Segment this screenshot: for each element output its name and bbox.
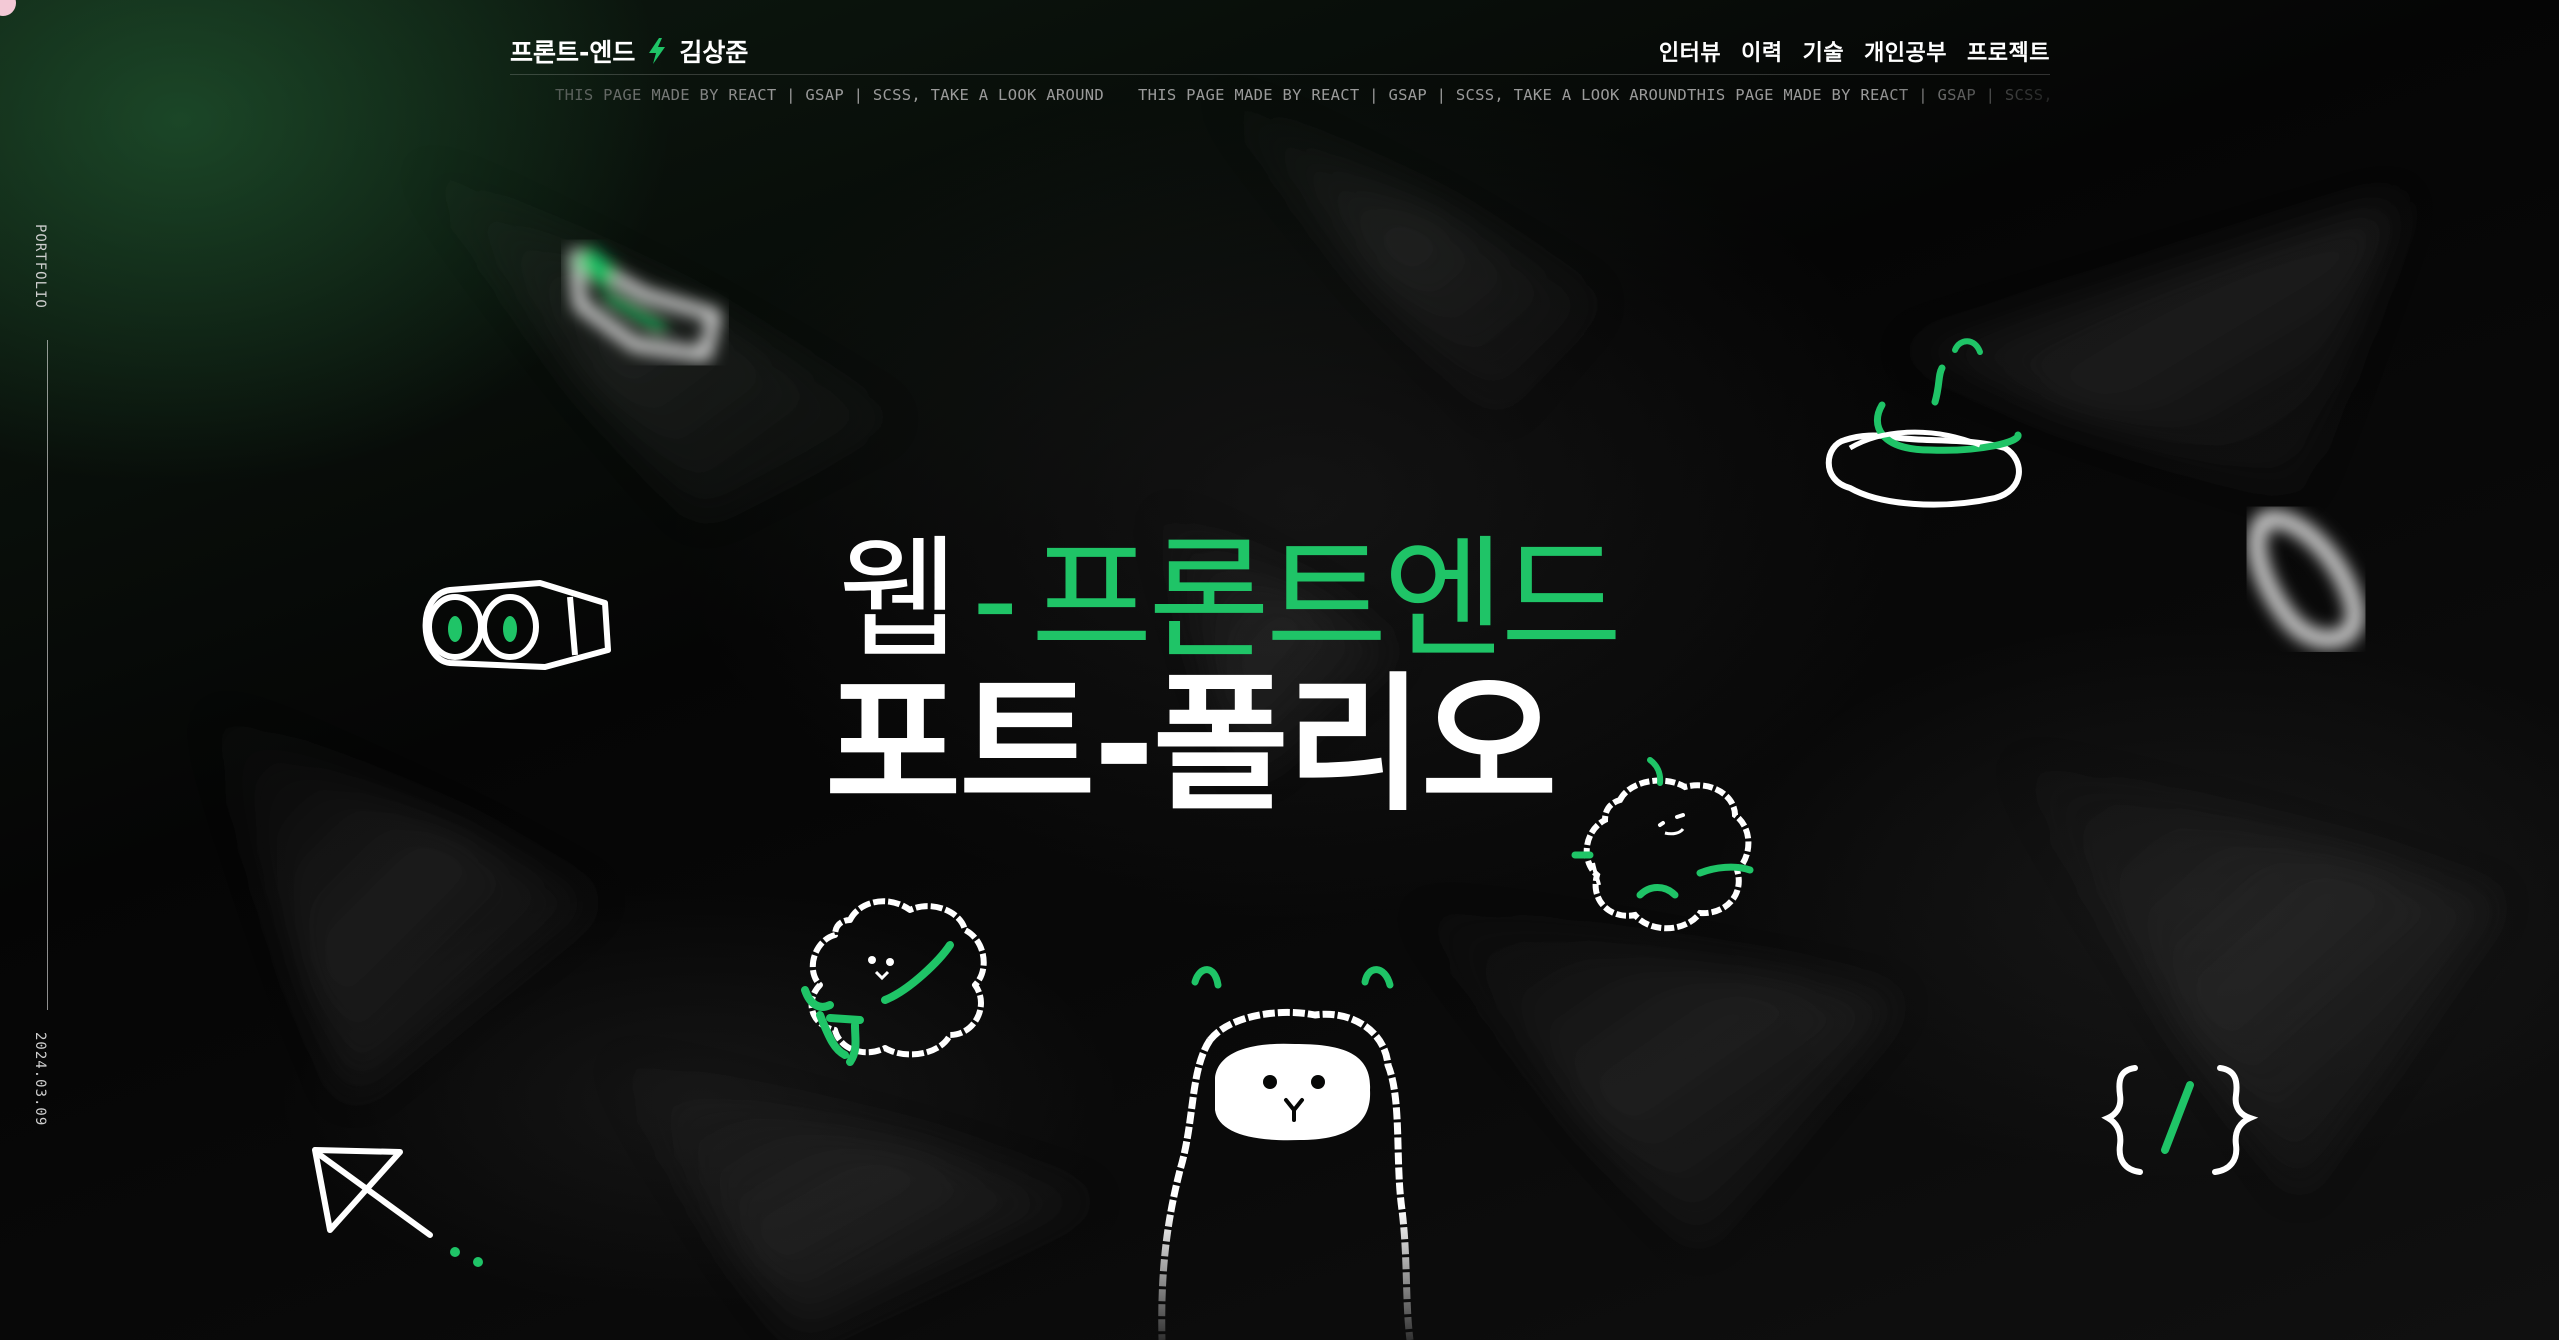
nav-item-skills[interactable]: 기술 bbox=[1803, 35, 1844, 67]
site-logo[interactable]: 프론트-엔드 김상준 bbox=[510, 33, 748, 69]
paper-plane-doodle bbox=[312, 1147, 483, 1267]
witch-hat-doodle bbox=[1825, 338, 2022, 508]
site-header: 프론트-엔드 김상준 인터뷰 이력 기술 개인공부 프로젝트 bbox=[510, 28, 2050, 75]
portfolio-page: 프론트-엔드 김상준 인터뷰 이력 기술 개인공부 프로젝트 THIS PAGE… bbox=[0, 0, 2559, 1340]
nav-item-career[interactable]: 이력 bbox=[1741, 35, 1782, 67]
marquee-item: THIS PAGE MADE BY REACT | GSAP | SCSS, T… bbox=[1687, 86, 2050, 104]
tech-marquee: THIS PAGE MADE BY REACT | GSAP | SCSS, T… bbox=[555, 86, 2050, 110]
fluffy-ghost-doodle bbox=[1571, 757, 1754, 932]
marquee-item: THIS PAGE MADE BY REACT | GSAP | SCSS, T… bbox=[1138, 86, 1688, 104]
nav-item-study[interactable]: 개인공부 bbox=[1864, 35, 1947, 67]
hero-subtitle-web: 웹 bbox=[838, 523, 959, 677]
hero-subtitle-frontend: -프론트엔드 bbox=[955, 523, 1622, 677]
main-nav: 인터뷰 이력 기술 개인공부 프로젝트 bbox=[1659, 35, 2050, 67]
code-brackets-doodle bbox=[2101, 1065, 2259, 1175]
logo-text-right: 김상준 bbox=[679, 38, 749, 67]
nav-item-interview[interactable]: 인터뷰 bbox=[1659, 35, 1721, 67]
leaf-doodle bbox=[569, 245, 721, 361]
rail-divider bbox=[47, 340, 48, 1010]
bolt-icon bbox=[649, 38, 666, 64]
logo-text-left: 프론트-엔드 bbox=[510, 38, 636, 67]
ring-doodle bbox=[2247, 509, 2365, 649]
nav-item-projects[interactable]: 프로젝트 bbox=[1967, 35, 2050, 67]
binoculars-doodle bbox=[422, 580, 611, 670]
rail-date: 2024.03.09 bbox=[32, 1032, 48, 1127]
marquee-item: THIS PAGE MADE BY REACT | GSAP | SCSS, T… bbox=[555, 86, 1105, 104]
hero-title: 포트-폴리오 bbox=[825, 659, 1557, 831]
sheep-doodle bbox=[801, 898, 987, 1066]
hero-subtitle: 웹-프론트엔드 bbox=[838, 523, 1622, 677]
alpaca-doodle bbox=[1158, 966, 1414, 1340]
rail-portfolio-label: PORTFOLIO bbox=[32, 224, 48, 309]
